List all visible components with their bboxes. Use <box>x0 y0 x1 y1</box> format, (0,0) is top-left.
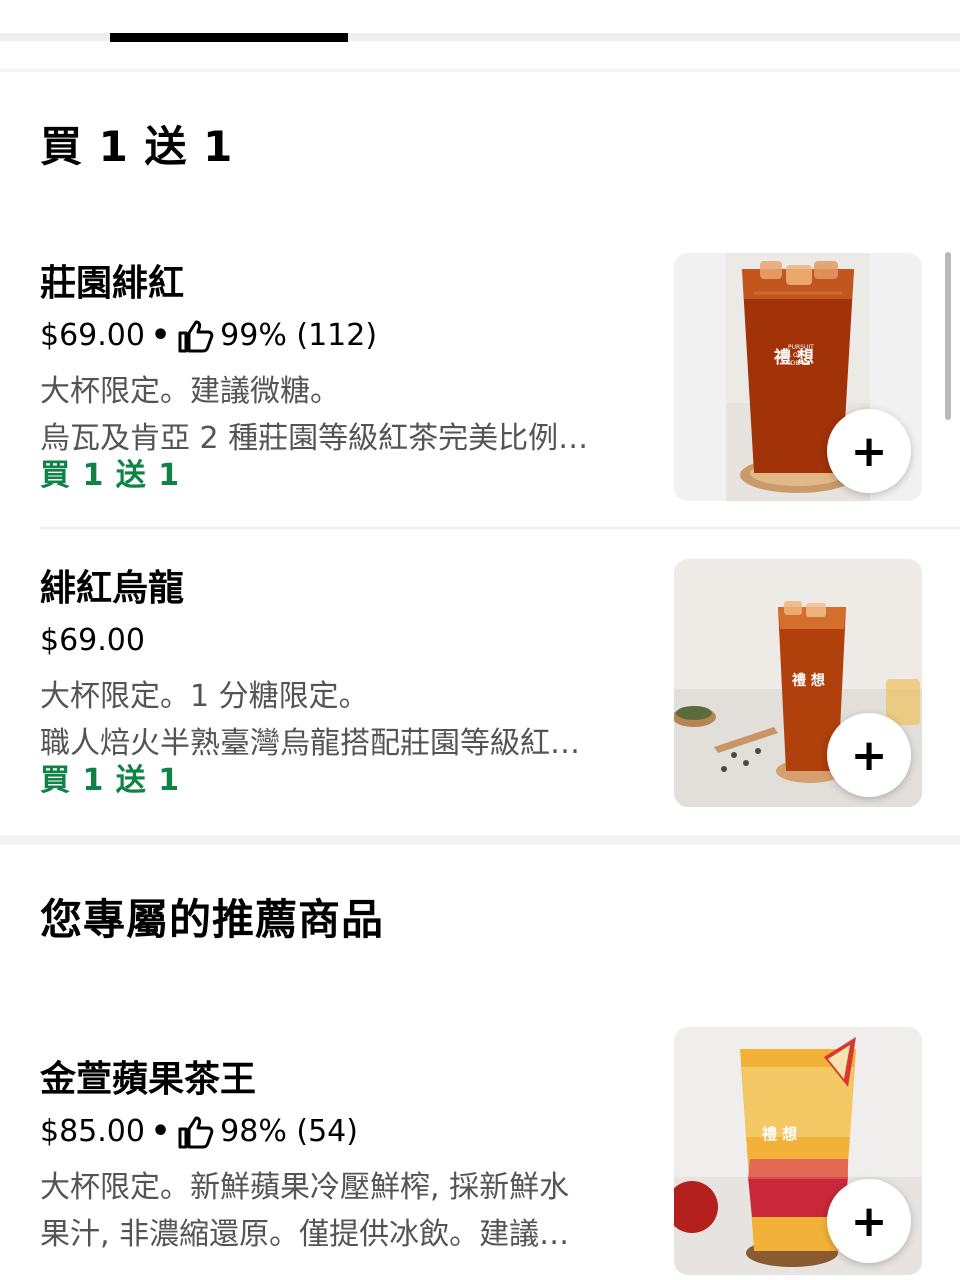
item-description: 大杯限定。1 分糖限定。 職人焙火半熟臺灣烏龍搭配莊園等級紅… <box>40 673 640 767</box>
section-title-recommended: 您專屬的推薦商品 <box>40 895 385 944</box>
cup-logo-sub: OF <box>793 352 802 359</box>
description-line: 大杯限定。建議微糖。 <box>40 374 340 409</box>
promo-badge: 買 1 送 1 <box>40 763 181 798</box>
separator-dot: • <box>150 318 171 353</box>
item-price-rating: $85.00 • 98% (54) <box>40 1114 358 1150</box>
cup-logo-sub: IDEALS <box>789 360 811 367</box>
item-price: $85.00 <box>40 1114 145 1149</box>
add-to-cart-button[interactable]: + <box>827 409 911 493</box>
item-name: 金萱蘋果茶王 <box>40 1059 257 1100</box>
promo-badge: 買 1 送 1 <box>40 458 181 493</box>
item-rating: 99% (112) <box>220 318 378 353</box>
item-price: $69.00 <box>40 623 145 658</box>
description-line: 大杯限定。新鮮蘋果冷壓鮮榨, 採新鮮水 <box>40 1170 570 1205</box>
section-divider <box>0 835 960 845</box>
add-to-cart-button[interactable]: + <box>827 713 911 797</box>
item-name: 緋紅烏龍 <box>40 568 185 609</box>
item-name: 莊園緋紅 <box>40 263 185 304</box>
thumbs-up-icon <box>178 1116 214 1149</box>
item-rating: 98% (54) <box>220 1114 358 1149</box>
add-to-cart-button[interactable]: + <box>827 1179 911 1263</box>
apple-tea-cup-image[interactable]: 禮 想 + <box>674 1027 922 1275</box>
tab-active-indicator[interactable] <box>110 33 348 42</box>
separator-dot: • <box>150 1114 171 1149</box>
description-line: 職人焙火半熟臺灣烏龍搭配莊園等級紅… <box>40 726 580 761</box>
svg-text:禮 想: 禮 想 <box>792 672 825 689</box>
row-divider <box>40 527 960 529</box>
item-price-rating: $69.00 • 99% (112) <box>40 318 377 354</box>
oolong-tea-cup-image[interactable]: 禮 想 + <box>674 559 922 807</box>
section-title-bogo: 買 1 送 1 <box>40 122 234 171</box>
divider <box>0 69 960 72</box>
item-price-rating: $69.00 <box>40 623 145 659</box>
cup-logo-sub: PURSUIT <box>788 344 814 351</box>
item-price: $69.00 <box>40 318 145 353</box>
scrollbar[interactable] <box>945 252 951 420</box>
item-description: 大杯限定。新鮮蘋果冷壓鮮榨, 採新鮮水 果汁, 非濃縮還原。僅提供冰飲。建議… <box>40 1164 640 1258</box>
thumbs-up-icon <box>178 320 214 353</box>
description-line: 烏瓦及肯亞 2 種莊園等級紅茶完美比例… <box>40 421 589 456</box>
black-tea-cup-image[interactable]: 禮 想 PURSUIT OF IDEALS + <box>674 253 922 501</box>
svg-text:禮 想: 禮 想 <box>762 1125 797 1143</box>
description-line: 果汁, 非濃縮還原。僅提供冰飲。建議… <box>40 1217 570 1252</box>
item-description: 大杯限定。建議微糖。 烏瓦及肯亞 2 種莊園等級紅茶完美比例… <box>40 368 640 462</box>
description-line: 大杯限定。1 分糖限定。 <box>40 679 369 714</box>
